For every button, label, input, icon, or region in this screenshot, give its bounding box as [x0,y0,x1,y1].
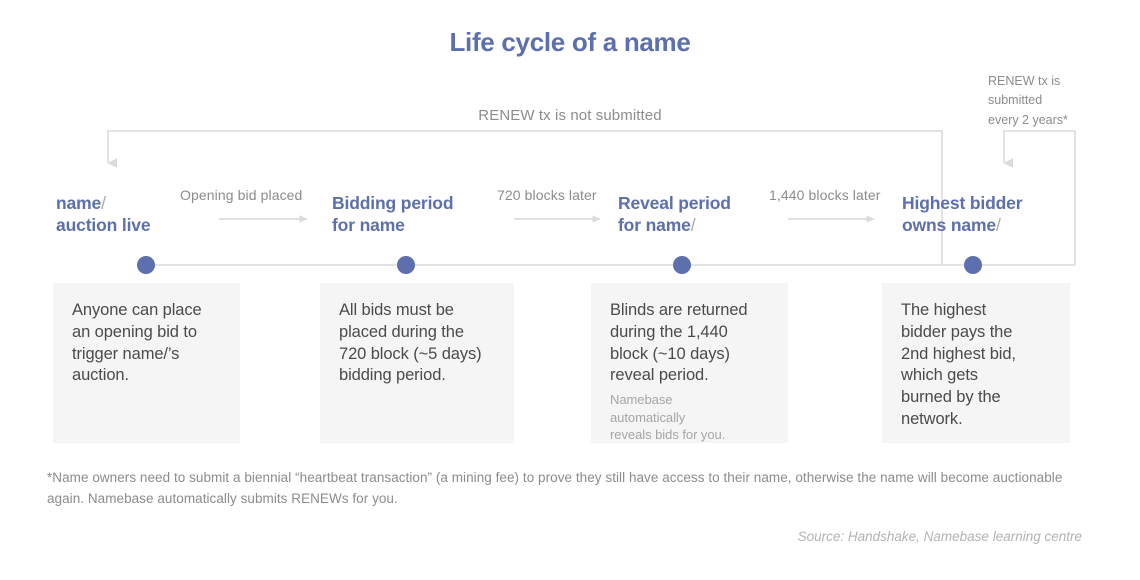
stage-title-bidding-period: Bidding period for name [332,192,507,237]
stage-2-slash2: / [690,215,696,236]
stage-1-line2: for name [332,215,405,236]
transition-label-1440-blocks: 1,440 blocks later [769,187,881,203]
stage-1-line1: Bidding period [332,193,454,213]
stage-card-reveal-period: Blinds are returned during the 1,440 blo… [591,283,788,443]
card-2-subtext: Namebase automatically reveals bids for … [610,392,726,443]
transition-label-720-blocks: 720 blocks later [497,187,597,203]
stage-0-line2: auction live [56,215,151,236]
stage-3-line2: owns name [902,215,996,236]
stage-2-line2: for name [618,215,691,236]
stage-card-bidding-period: All bids must be placed during the 720 b… [320,283,514,443]
stage-2-line1: Reveal period [618,193,731,213]
timeline-dot-3 [964,256,982,274]
card-0-text: Anyone can place an opening bid to trigg… [72,301,202,385]
stage-0-line1: name [56,193,102,213]
renew-submitted-label: RENEW tx is submitted every 2 years* [988,74,1068,127]
stage-3-slash2: / [995,215,1001,236]
stage-title-reveal-period: Reveal period for name/ [618,192,793,237]
timeline-dot-0 [137,256,155,274]
stage-0-slash1: / [101,193,106,213]
page-title: Life cycle of a name [449,27,691,57]
card-1-text: All bids must be placed during the 720 b… [339,301,482,385]
renew-not-submitted-label: RENEW tx is not submitted [478,107,662,124]
card-3-text: The highest bidder pays the 2nd highest … [901,301,1016,428]
stage-title-highest-bidder: Highest bidder owns name/ [902,192,1077,237]
timeline-dot-2 [673,256,691,274]
stage-card-highest-bidder: The highest bidder pays the 2nd highest … [882,283,1070,443]
stage-3-line1: Highest bidder [902,193,1023,213]
lifecycle-diagram: Life cycle of a name RENEW tx is not sub… [0,0,1140,580]
source-attribution: Source: Handshake, Namebase learning cen… [797,529,1082,544]
stage-card-auction-live: Anyone can place an opening bid to trigg… [53,283,240,443]
card-2-text: Blinds are returned during the 1,440 blo… [610,301,748,385]
footnote: *Name owners need to submit a biennial “… [47,470,1063,506]
transition-label-opening-bid: Opening bid placed [180,187,303,203]
timeline-dot-1 [397,256,415,274]
